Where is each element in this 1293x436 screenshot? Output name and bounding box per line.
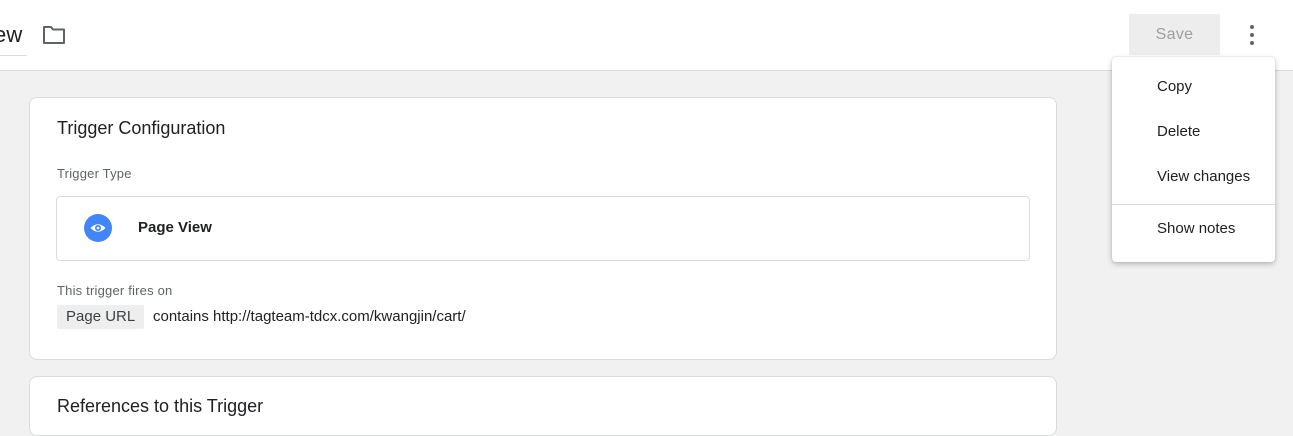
trigger-name-title[interactable]: ew xyxy=(0,22,23,48)
menu-divider xyxy=(1112,204,1275,205)
overflow-menu: Copy Delete View changes Show notes xyxy=(1112,57,1275,262)
condition-variable-chip: Page URL xyxy=(57,305,145,329)
title-underline xyxy=(0,55,27,56)
references-title: References to this Trigger xyxy=(57,396,264,416)
condition-text: contains http://tagteam-tdcx.com/kwangji… xyxy=(153,308,466,325)
eye-icon xyxy=(84,214,112,242)
top-bar: ew Save xyxy=(0,0,1293,71)
folder-icon[interactable] xyxy=(42,24,66,46)
menu-item-view-changes[interactable]: View changes xyxy=(1157,168,1250,185)
fires-on-label: This trigger fires on xyxy=(57,283,173,298)
menu-item-copy[interactable]: Copy xyxy=(1157,78,1192,95)
more-vert-icon[interactable] xyxy=(1240,22,1264,48)
card-title: Trigger Configuration xyxy=(57,118,226,138)
menu-item-show-notes[interactable]: Show notes xyxy=(1157,220,1235,237)
trigger-type-label: Trigger Type xyxy=(57,166,132,181)
trigger-type-selector[interactable]: Page View xyxy=(56,196,1030,261)
trigger-type-name: Page View xyxy=(138,219,212,236)
menu-item-delete[interactable]: Delete xyxy=(1157,123,1200,140)
trigger-configuration-card: Trigger Configuration Trigger Type Page … xyxy=(29,97,1057,360)
references-card: References to this Trigger xyxy=(29,376,1057,436)
save-button[interactable]: Save xyxy=(1129,14,1220,55)
